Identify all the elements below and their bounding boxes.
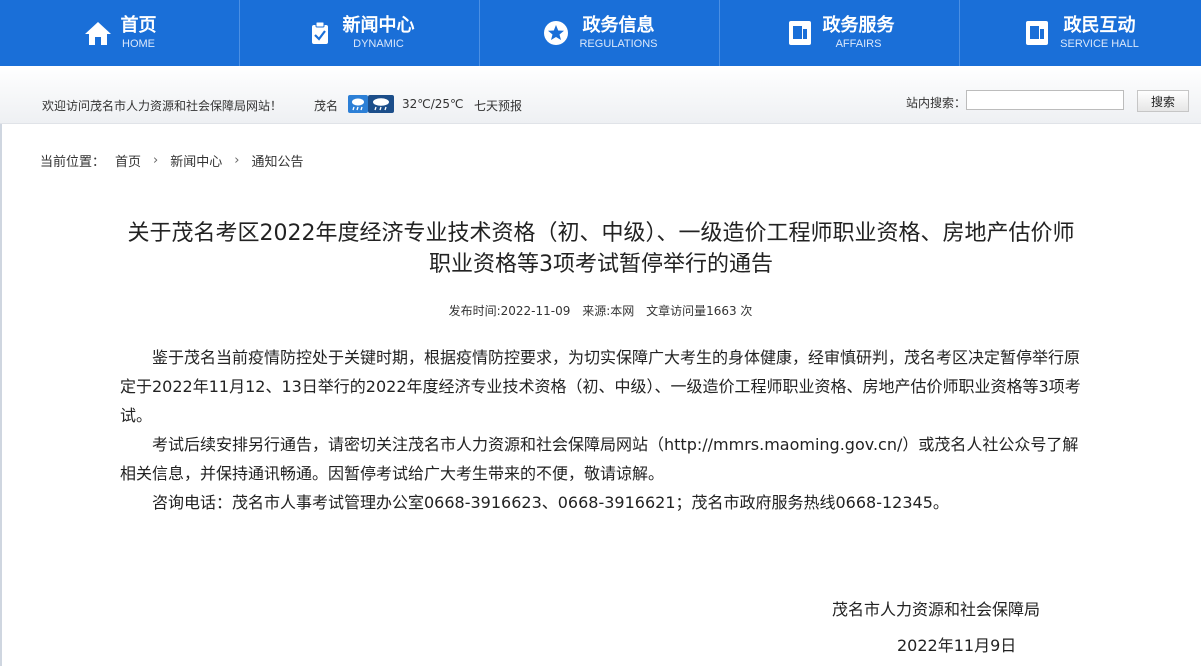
nav-item-news[interactable]: 新闻中心 DYNAMIC bbox=[240, 0, 480, 66]
nav-label: 政务信息 bbox=[582, 14, 655, 36]
main-nav: 首页 HOME 新闻中心 DYNAMIC 政务信息 REGULATIONS 政务… bbox=[0, 0, 1201, 66]
chevron-right-icon: › bbox=[234, 153, 240, 168]
weather-city: 茂名 bbox=[314, 99, 339, 113]
article-body: 鉴于茂名当前疫情防控处于关键时期，根据疫情防控要求，为切实保障广大考生的身体健康… bbox=[120, 343, 1082, 517]
article-date: 2022年11月9日 bbox=[897, 636, 1017, 655]
nav-label: 首页 bbox=[120, 14, 157, 36]
document-icon bbox=[1022, 18, 1052, 48]
nav-item-regulations[interactable]: 政务信息 REGULATIONS bbox=[480, 0, 720, 66]
top-bar: 欢迎访问茂名市人力资源和社会保障局网站！ 茂名 32℃/25℃ 七天预报 站内搜… bbox=[0, 66, 1201, 124]
nav-label: 政民互动 bbox=[1063, 14, 1136, 36]
nav-sublabel: HOME bbox=[122, 37, 155, 50]
nav-sublabel: AFFAIRS bbox=[835, 37, 882, 50]
nav-label: 新闻中心 bbox=[342, 14, 415, 36]
search-input[interactable] bbox=[966, 90, 1124, 110]
article-meta: 发布时间:2022-11-09 来源:本网 文章访问量1663 次 bbox=[0, 302, 1201, 319]
article-paragraph: 鉴于茂名当前疫情防控处于关键时期，根据疫情防控要求，为切实保障广大考生的身体健康… bbox=[120, 348, 1081, 425]
nav-item-home[interactable]: 首页 HOME bbox=[0, 0, 240, 66]
page-left-border bbox=[0, 124, 2, 666]
article-title: 关于茂名考区2022年度经济专业技术资格（初、中级）、一级造价工程师职业资格、房… bbox=[127, 221, 1075, 277]
weather-rain-icon bbox=[348, 95, 368, 113]
breadcrumb-label: 当前位置： bbox=[40, 155, 106, 170]
breadcrumb: 当前位置： 首页 › 新闻中心 › 通知公告 bbox=[40, 151, 303, 170]
search-button[interactable]: 搜索 bbox=[1137, 90, 1189, 112]
article-signature: 茂名市人力资源和社会保障局 bbox=[832, 600, 1041, 619]
search-label: 站内搜索： bbox=[906, 96, 967, 110]
chevron-right-icon: › bbox=[153, 153, 159, 168]
weather-temperature: 32℃/25℃ bbox=[402, 97, 464, 111]
article-paragraph: 考试后续安排另行通告，请密切关注茂名市人力资源和社会保障局网站（http://m… bbox=[120, 435, 1079, 483]
view-count: 文章访问量1663 次 bbox=[646, 304, 753, 318]
publish-time: 发布时间:2022-11-09 bbox=[448, 304, 571, 318]
home-icon bbox=[83, 18, 113, 48]
breadcrumb-notices[interactable]: 通知公告 bbox=[251, 151, 303, 170]
clipboard-check-icon bbox=[305, 18, 335, 48]
forecast-link[interactable]: 七天预报 bbox=[474, 97, 522, 114]
star-circle-icon bbox=[541, 18, 571, 48]
breadcrumb-home[interactable]: 首页 bbox=[115, 151, 141, 170]
welcome-text: 欢迎访问茂名市人力资源和社会保障局网站！ bbox=[42, 99, 283, 113]
nav-label: 政务服务 bbox=[822, 14, 895, 36]
article-source: 来源:本网 bbox=[582, 304, 635, 318]
nav-sublabel: DYNAMIC bbox=[353, 37, 404, 50]
nav-sublabel: SERVICE HALL bbox=[1060, 37, 1139, 50]
weather-storm-icon bbox=[368, 95, 394, 113]
nav-sublabel: REGULATIONS bbox=[579, 37, 658, 50]
breadcrumb-news-center[interactable]: 新闻中心 bbox=[170, 151, 222, 170]
article-paragraph: 咨询电话：茂名市人事考试管理办公室0668-3916623、0668-39166… bbox=[152, 493, 949, 512]
nav-item-service-hall[interactable]: 政民互动 SERVICE HALL bbox=[960, 0, 1201, 66]
document-icon bbox=[785, 18, 815, 48]
nav-item-affairs[interactable]: 政务服务 AFFAIRS bbox=[720, 0, 960, 66]
